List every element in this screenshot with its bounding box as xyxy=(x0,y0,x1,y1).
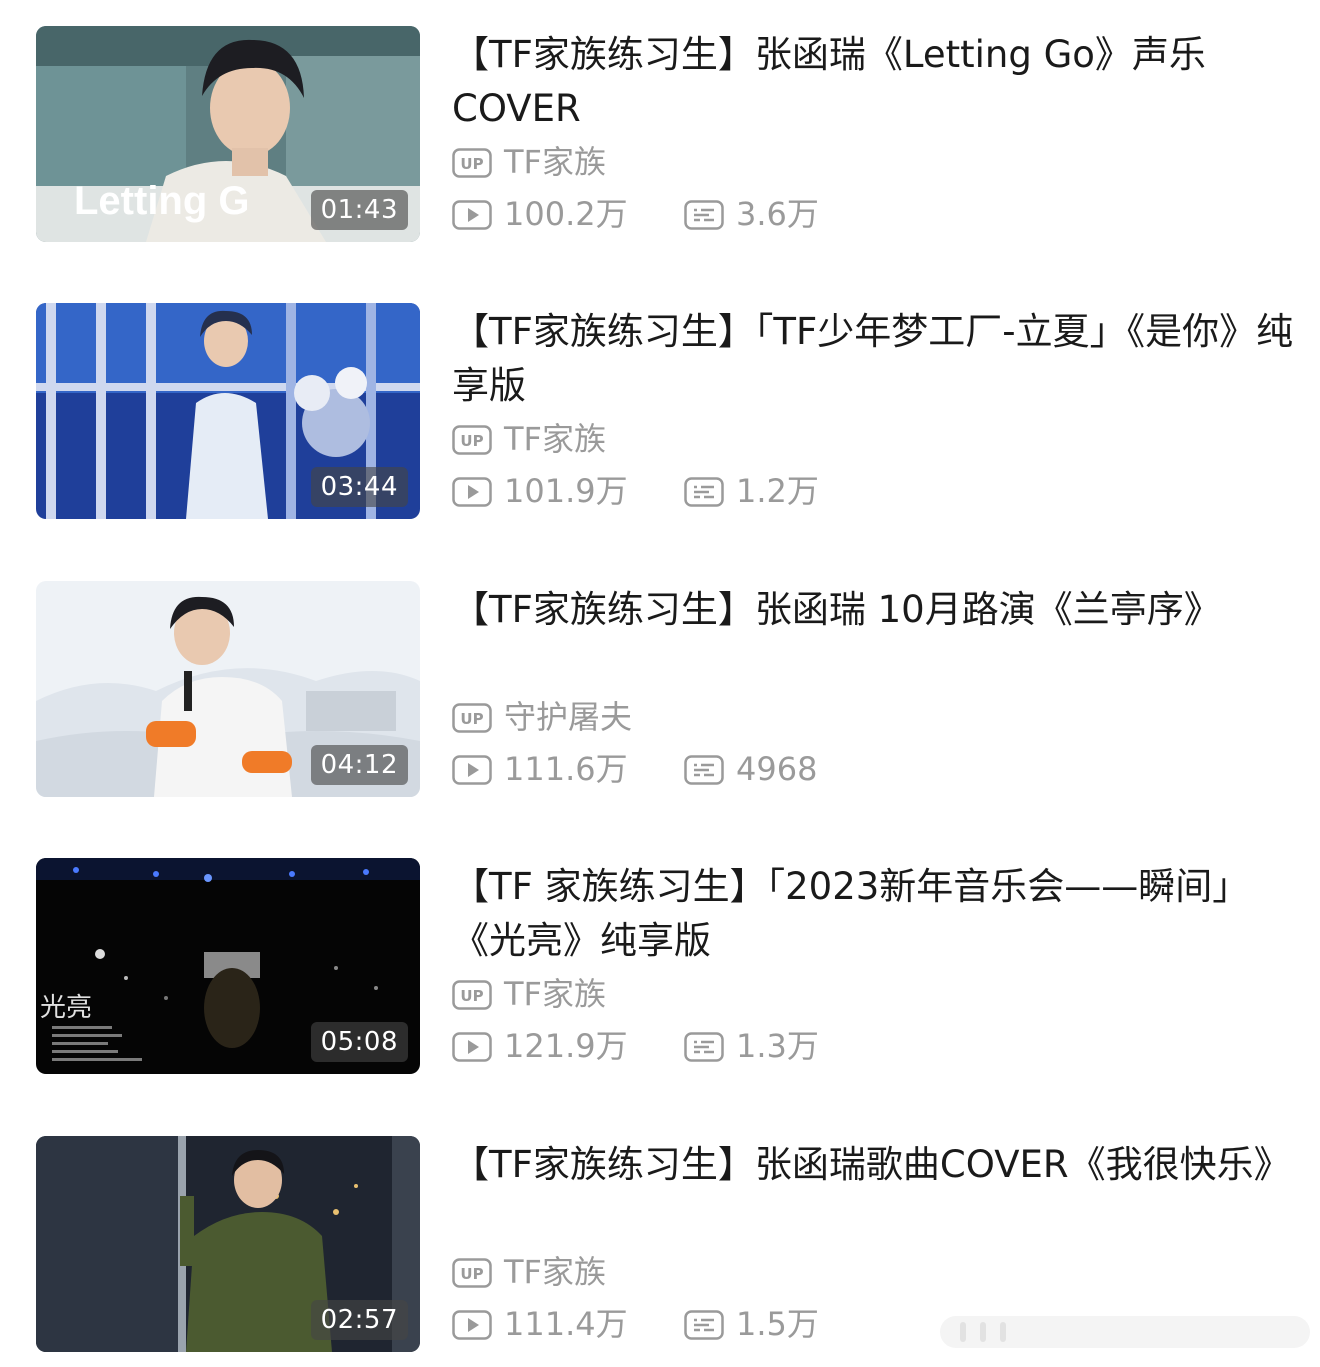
video-card[interactable]: Letting G 01:43 【TF家族练习生】张函瑞《Letting Go》… xyxy=(36,26,1296,242)
stats-row: 121.9万 1.3万 xyxy=(452,1020,1302,1072)
video-thumbnail[interactable]: 04:12 xyxy=(36,581,420,797)
danmaku-count-value: 1.5万 xyxy=(736,1305,819,1343)
danmaku-icon xyxy=(684,477,724,507)
uploader-name: TF家族 xyxy=(504,420,606,458)
video-thumbnail[interactable]: 光亮 05:08 xyxy=(36,858,420,1074)
video-info: 【TF家族练习生】「TF少年梦工厂-立夏」《是你》纯享版 UP TF家族 101… xyxy=(452,305,1302,517)
video-title[interactable]: 【TF 家族练习生】「2023新年音乐会——瞬间」《光亮》纯享版 xyxy=(452,860,1302,968)
uploader-name: TF家族 xyxy=(504,143,606,181)
video-info: 【TF家族练习生】张函瑞 10月路演《兰亭序》 UP 守护屠夫 111.6万 4… xyxy=(452,583,1302,795)
duration-badge: 03:44 xyxy=(310,467,408,507)
video-title[interactable]: 【TF家族练习生】张函瑞《Letting Go》声乐COVER xyxy=(452,28,1302,136)
danmaku-count-value: 4968 xyxy=(736,750,818,788)
thumbnail-overlay-text: 光亮 xyxy=(40,993,92,1023)
video-card[interactable]: 光亮 05:08 【TF 家族练习生】「2023新年音乐会——瞬间」《光亮》纯享… xyxy=(36,858,1296,1074)
danmaku-icon xyxy=(684,1310,724,1340)
video-card[interactable]: 03:44 【TF家族练习生】「TF少年梦工厂-立夏」《是你》纯享版 UP TF… xyxy=(36,303,1296,519)
uploader-name: TF家族 xyxy=(504,1253,606,1291)
play-count-icon xyxy=(452,200,492,230)
danmaku-count-value: 1.2万 xyxy=(736,472,819,510)
uploader-name: 守护屠夫 xyxy=(504,698,633,736)
up-badge-icon: UP xyxy=(452,980,492,1010)
danmaku-icon xyxy=(684,200,724,230)
uploader-row: UP 守护屠夫 xyxy=(452,691,1302,743)
duration-badge: 02:57 xyxy=(310,1300,408,1340)
svg-text:UP: UP xyxy=(460,1265,483,1283)
video-info: 【TF家族练习生】张函瑞《Letting Go》声乐COVER UP TF家族 xyxy=(452,28,1302,240)
video-thumbnail[interactable]: 03:44 xyxy=(36,303,420,519)
svg-text:UP: UP xyxy=(460,710,483,728)
danmaku-icon xyxy=(684,755,724,785)
svg-text:UP: UP xyxy=(460,432,483,450)
uploader-row: UP TF家族 xyxy=(452,968,1302,1020)
play-count-value: 111.6万 xyxy=(504,750,628,788)
play-count-value: 100.2万 xyxy=(504,195,628,233)
up-badge-icon: UP xyxy=(452,703,492,733)
play-count-value: 111.4万 xyxy=(504,1305,628,1343)
play-count-value: 101.9万 xyxy=(504,472,628,510)
play-count-icon xyxy=(452,1310,492,1340)
stats-row: 101.9万 1.2万 xyxy=(452,465,1302,517)
up-badge-icon: UP xyxy=(452,1258,492,1288)
uploader-row: UP TF家族 xyxy=(452,413,1302,465)
uploader-row: UP TF家族 xyxy=(452,1246,1302,1298)
duration-badge: 01:43 xyxy=(310,190,408,230)
uploader-name: TF家族 xyxy=(504,975,606,1013)
play-count-icon xyxy=(452,1032,492,1062)
video-thumbnail[interactable]: Letting G 01:43 xyxy=(36,26,420,242)
video-card[interactable]: 04:12 【TF家族练习生】张函瑞 10月路演《兰亭序》 UP 守护屠夫 11… xyxy=(36,581,1296,797)
danmaku-count-value: 1.3万 xyxy=(736,1027,819,1065)
svg-text:UP: UP xyxy=(460,155,483,173)
video-thumbnail[interactable]: 02:57 xyxy=(36,1136,420,1352)
play-count-icon xyxy=(452,755,492,785)
thumbnail-overlay-text: Letting G xyxy=(74,179,250,223)
video-title[interactable]: 【TF家族练习生】张函瑞歌曲COVER《我很快乐》 xyxy=(452,1138,1302,1246)
video-info: 【TF 家族练习生】「2023新年音乐会——瞬间」《光亮》纯享版 UP TF家族 xyxy=(452,860,1302,1072)
watermark-decoration xyxy=(940,1316,1310,1348)
svg-text:UP: UP xyxy=(460,987,483,1005)
uploader-row: UP TF家族 xyxy=(452,136,1302,188)
up-badge-icon: UP xyxy=(452,148,492,178)
video-title[interactable]: 【TF家族练习生】张函瑞 10月路演《兰亭序》 xyxy=(452,583,1302,691)
play-count-icon xyxy=(452,477,492,507)
up-badge-icon: UP xyxy=(452,425,492,455)
video-title[interactable]: 【TF家族练习生】「TF少年梦工厂-立夏」《是你》纯享版 xyxy=(452,305,1302,413)
video-list: Letting G 01:43 【TF家族练习生】张函瑞《Letting Go》… xyxy=(0,0,1320,1367)
danmaku-icon xyxy=(684,1032,724,1062)
danmaku-count-value: 3.6万 xyxy=(736,195,819,233)
duration-badge: 04:12 xyxy=(310,745,408,785)
stats-row: 111.6万 4968 xyxy=(452,743,1302,795)
stats-row: 100.2万 3.6万 xyxy=(452,188,1302,240)
play-count-value: 121.9万 xyxy=(504,1027,628,1065)
duration-badge: 05:08 xyxy=(310,1022,408,1062)
